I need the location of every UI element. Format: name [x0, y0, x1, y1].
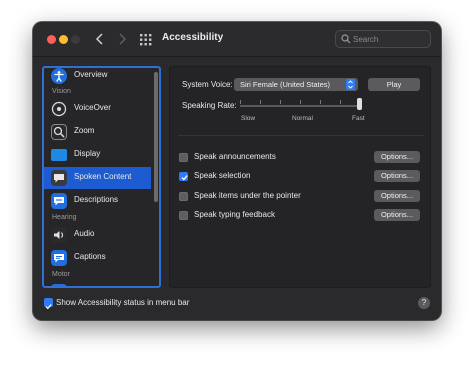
search-icon: [341, 34, 351, 44]
forward-button[interactable]: [115, 31, 129, 47]
show-all-grid-button[interactable]: [140, 33, 152, 46]
system-voice-label: System Voice:: [182, 80, 233, 89]
show-status-checkbox[interactable]: [44, 298, 53, 310]
zoom-window-button[interactable]: [71, 35, 80, 44]
help-button[interactable]: ?: [418, 297, 430, 309]
minimize-window-button[interactable]: [59, 35, 68, 44]
slider-tick: [240, 100, 241, 104]
speak-items-under-pointer-checkbox[interactable]: [179, 192, 188, 201]
speaking-rate-thumb[interactable]: [357, 98, 362, 110]
sidebar-item-partial[interactable]: [44, 281, 151, 286]
sidebar-item-overview[interactable]: Overview: [44, 68, 151, 87]
sidebar-item-label: Captions: [74, 252, 106, 261]
descriptions-icon: [51, 193, 67, 209]
rate-fast-label: Fast: [352, 115, 365, 122]
sidebar-item-label: Display: [74, 149, 101, 158]
accessibility-icon: [51, 68, 67, 84]
sidebar-item-label: Descriptions: [74, 195, 119, 204]
sidebar-item-descriptions[interactable]: Descriptions: [44, 190, 151, 212]
show-status-label: Show Accessibility status in menu bar: [56, 298, 190, 307]
speak-selection-checkbox[interactable]: [179, 172, 188, 181]
voiceover-icon: [51, 101, 67, 117]
play-button[interactable]: Play: [368, 78, 420, 91]
speaker-icon: [51, 227, 67, 243]
sidebar-item-captions[interactable]: Captions: [44, 247, 151, 269]
speak-selection-label: Speak selection: [194, 171, 251, 180]
sidebar-item-display[interactable]: Display: [44, 144, 151, 166]
speak-typing-feedback-label: Speak typing feedback: [194, 210, 275, 219]
sidebar-item-audio[interactable]: Audio: [44, 224, 151, 246]
slider-tick: [280, 100, 281, 104]
speak-selection-options-button[interactable]: Options...: [374, 170, 420, 182]
speak-typing-feedback-checkbox[interactable]: [179, 211, 188, 220]
rate-normal-label: Normal: [292, 115, 313, 122]
sidebar-section-vision: Vision: [52, 88, 71, 95]
chevron-updown-icon: [346, 79, 355, 90]
speech-bubble-icon: [51, 170, 67, 186]
speak-announcements-options-button[interactable]: Options...: [374, 151, 420, 163]
speaking-rate-label: Speaking Rate:: [182, 101, 237, 110]
sidebar-item-label: Audio: [74, 229, 95, 238]
grid-icon: [140, 34, 152, 46]
system-voice-value: Siri Female (United States): [240, 80, 331, 89]
app-icon: [51, 284, 67, 286]
search-field[interactable]: [335, 30, 431, 48]
slider-tick: [300, 100, 301, 104]
speak-typing-feedback-options-button[interactable]: Options...: [374, 209, 420, 221]
sidebar-item-voiceover[interactable]: VoiceOver: [44, 98, 151, 120]
checkmark-icon: [45, 304, 52, 310]
sidebar-item-label: VoiceOver: [74, 103, 111, 112]
slider-tick: [260, 100, 261, 104]
chevron-right-icon: [119, 33, 127, 45]
speak-announcements-label: Speak announcements: [194, 152, 276, 161]
panel-divider: [178, 135, 424, 136]
speak-announcements-checkbox[interactable]: [179, 153, 188, 162]
search-input[interactable]: [353, 32, 427, 46]
zoom-icon: [51, 124, 67, 140]
rate-slow-label: Slow: [241, 115, 256, 122]
sidebar-section-motor: Motor: [52, 271, 70, 278]
sidebar-item-label: Spoken Content: [74, 172, 132, 181]
speak-items-under-pointer-options-button[interactable]: Options...: [374, 190, 420, 202]
sidebar-item-spoken-content[interactable]: Spoken Content: [44, 167, 151, 189]
preferences-window: Accessibility Overview Vision VoiceOver …: [33, 22, 441, 320]
sidebar-item-zoom[interactable]: Zoom: [44, 121, 151, 143]
speak-items-under-pointer-label: Speak items under the pointer: [194, 191, 301, 200]
title-bar: Accessibility: [33, 22, 441, 57]
spoken-content-panel: System Voice: Siri Female (United States…: [169, 66, 431, 288]
slider-tick: [320, 100, 321, 104]
checkmark-icon: [181, 175, 188, 181]
back-button[interactable]: [93, 31, 107, 47]
sidebar[interactable]: Overview Vision VoiceOver Zoom Display S…: [42, 66, 161, 288]
window-title: Accessibility: [162, 32, 224, 43]
chevron-left-icon: [95, 33, 103, 45]
sidebar-item-label: Zoom: [74, 126, 95, 135]
close-window-button[interactable]: [47, 35, 56, 44]
display-icon: [51, 149, 67, 161]
system-voice-select[interactable]: Siri Female (United States): [234, 78, 358, 91]
sidebar-section-hearing: Hearing: [52, 214, 77, 221]
sidebar-item-label: Overview: [74, 70, 108, 79]
speaking-rate-slider[interactable]: [240, 105, 360, 107]
sidebar-scrollbar[interactable]: [154, 72, 158, 202]
captions-icon: [51, 250, 67, 266]
slider-tick: [340, 100, 341, 104]
